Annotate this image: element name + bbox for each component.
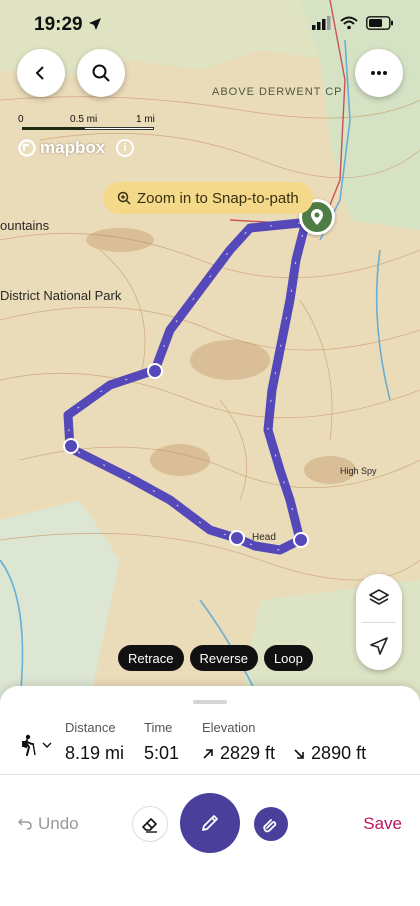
map-label: District National Park: [0, 288, 122, 303]
map-label: Head: [252, 532, 276, 543]
chevron-left-icon: [35, 66, 44, 80]
scale-bar: 0 0.5 mi 1 mi: [18, 114, 168, 134]
reverse-button[interactable]: Reverse: [189, 645, 258, 671]
scale-label: 0.5 mi: [70, 114, 98, 125]
map-view[interactable]: ABOVE DERWENT CP ountains District Natio…: [0, 0, 420, 700]
descent-arrow-icon: [294, 748, 304, 759]
draw-route-button[interactable]: [180, 793, 240, 853]
search-button[interactable]: [77, 49, 125, 97]
route-waypoint: [147, 363, 163, 379]
mapbox-icon: [18, 139, 36, 157]
divider: [0, 774, 420, 775]
map-label: ABOVE DERWENT CP: [212, 86, 343, 98]
elevation-label: Elevation: [202, 720, 256, 735]
chevron-down-icon: [42, 742, 52, 748]
mapbox-logo: mapbox: [18, 138, 105, 158]
activity-selector[interactable]: [18, 734, 52, 756]
info-icon[interactable]: i: [116, 139, 134, 157]
route-waypoint: [63, 438, 79, 454]
sheet-handle[interactable]: [193, 700, 227, 704]
distance-value: 8.19 mi: [65, 743, 125, 763]
mapbox-label: mapbox: [40, 138, 106, 157]
map-side-controls: [356, 574, 402, 670]
status-bar: 19:29: [0, 0, 420, 52]
system-icons: [312, 16, 394, 30]
undo-label: Undo: [38, 814, 79, 833]
time-value: 5:01: [144, 743, 180, 763]
time-stat: Time 5:01: [144, 720, 179, 764]
ascent-value: 2829 ft: [220, 743, 276, 763]
eraser-button[interactable]: [132, 806, 168, 842]
eraser-icon: [142, 818, 157, 833]
navigation-arrow-icon: [370, 637, 388, 655]
magnet-icon: [263, 819, 277, 833]
scale-label: 1 mi: [136, 114, 155, 125]
route-stats-sheet: Distance 8.19 mi Time 5:01 Elevation 282…: [0, 686, 420, 906]
save-button[interactable]: Save: [363, 814, 402, 834]
route-waypoint: [229, 530, 245, 546]
more-options-button[interactable]: [355, 49, 403, 97]
route-waypoint: [293, 532, 309, 548]
locate-button[interactable]: [356, 622, 402, 670]
distance-label: Distance: [65, 720, 116, 735]
wifi-icon: [340, 16, 358, 30]
snap-to-path-button[interactable]: [254, 807, 288, 841]
location-arrow-icon: [89, 18, 101, 30]
signal-icon: [312, 16, 331, 30]
layers-icon: [369, 589, 389, 605]
hiking-icon: [22, 734, 36, 756]
route-action-chips: Retrace Reverse Loop: [118, 645, 313, 671]
battery-icon: [366, 16, 393, 30]
undo-button[interactable]: Undo: [18, 814, 79, 834]
map-label: High Spy: [340, 466, 377, 476]
elevation-stat: Elevation 2829 ft 2890 ft: [202, 720, 366, 764]
descent-value: 2890 ft: [311, 743, 367, 763]
ascent-arrow-icon: [203, 748, 213, 759]
snap-to-path-hint[interactable]: Zoom in to Snap-to-path: [103, 182, 313, 214]
undo-icon: [18, 818, 32, 830]
scale-label: 0: [18, 114, 24, 125]
retrace-button[interactable]: Retrace: [118, 645, 184, 671]
snap-hint-text: Zoom in to Snap-to-path: [137, 189, 299, 207]
distance-stat: Distance 8.19 mi: [65, 720, 124, 764]
pencil-icon: [202, 815, 218, 831]
layers-button[interactable]: [356, 574, 402, 622]
more-icon: [371, 71, 387, 75]
status-time: 19:29: [34, 14, 83, 35]
scale-line: [22, 127, 84, 130]
time-label: Time: [144, 720, 173, 735]
search-icon: [92, 64, 110, 82]
zoom-in-icon: [117, 191, 131, 205]
scale-line: [84, 127, 154, 130]
loop-button[interactable]: Loop: [263, 645, 313, 671]
location-pin-icon: [311, 209, 323, 225]
map-label: ountains: [0, 218, 50, 233]
back-button[interactable]: [17, 49, 65, 97]
